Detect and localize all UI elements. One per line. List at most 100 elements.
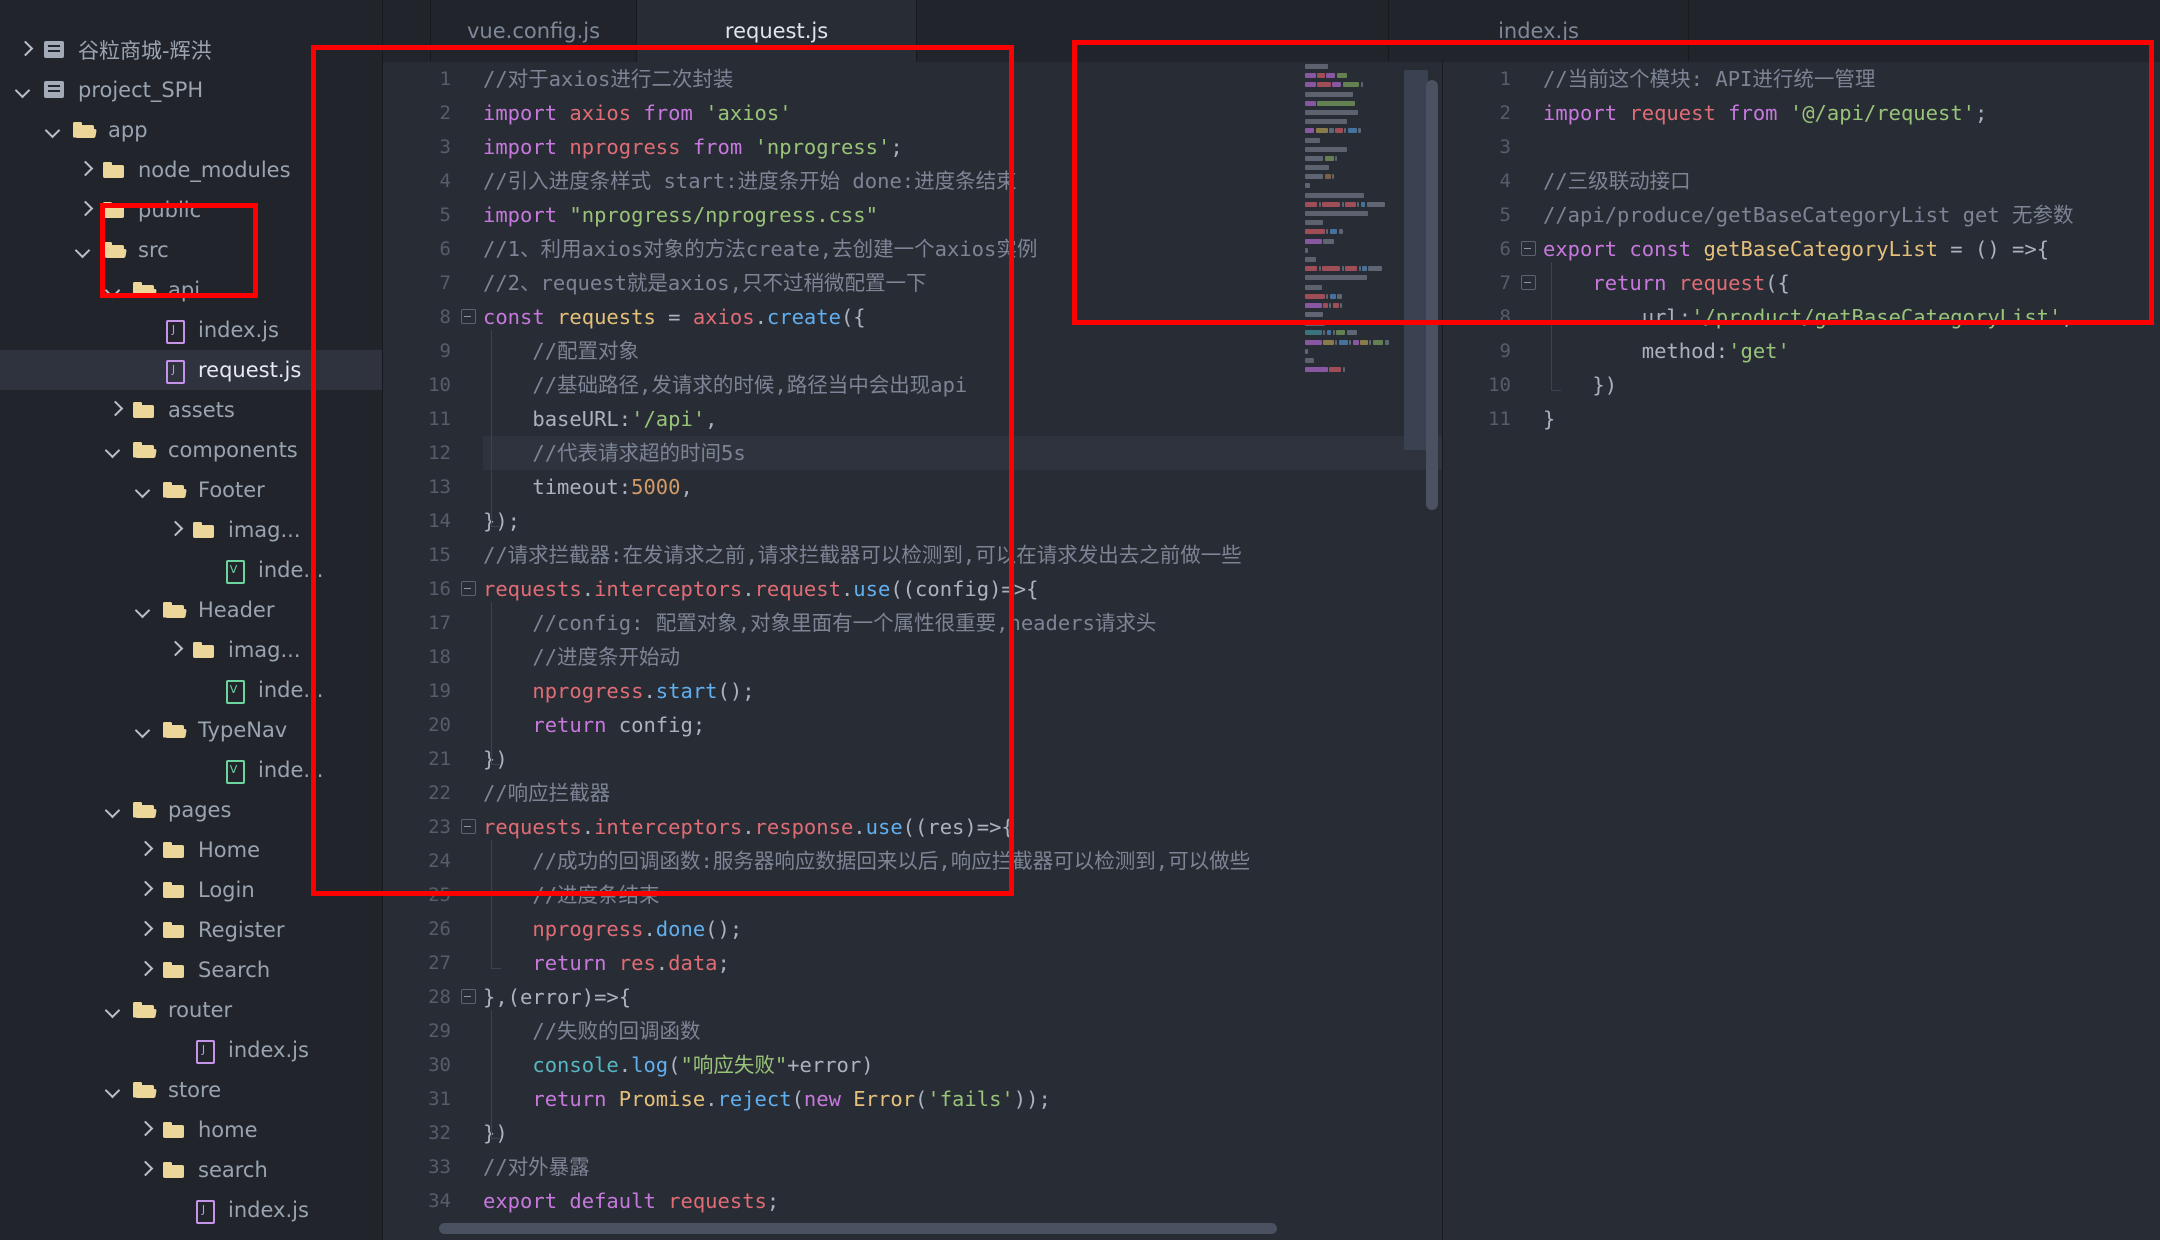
code-line[interactable]: import nprogress from 'nprogress'; xyxy=(483,130,1442,164)
tree-item-indexjs[interactable]: index.js xyxy=(0,310,383,350)
code-line[interactable]: const requests = axios.create({ xyxy=(483,300,1442,334)
code-line[interactable]: }) xyxy=(1543,368,2160,402)
code-line[interactable]: //配置对象 xyxy=(483,334,1442,368)
code-line[interactable]: },(error)=>{ xyxy=(483,980,1442,1014)
code-line[interactable]: //对于axios进行二次封装 xyxy=(483,62,1442,96)
chevron-right-icon[interactable] xyxy=(134,879,156,901)
tree-item-inde[interactable]: inde... xyxy=(0,670,383,710)
tree-item-home[interactable]: home xyxy=(0,1110,383,1150)
tree-item-indexjs[interactable]: index.js xyxy=(0,1190,383,1230)
fold-minus-icon[interactable] xyxy=(461,581,476,596)
code-line[interactable]: //三级联动接口 xyxy=(1543,164,2160,198)
tree-item-nodemodules[interactable]: node_modules xyxy=(0,150,383,190)
tree-item-pages[interactable]: pages xyxy=(0,790,383,830)
code-line[interactable]: //进度条开始动 xyxy=(483,640,1442,674)
tab-requestjs[interactable]: request.js xyxy=(637,0,918,62)
chevron-right-icon[interactable] xyxy=(74,159,96,181)
fold-minus-icon[interactable] xyxy=(461,309,476,324)
chevron-right-icon[interactable] xyxy=(134,1119,156,1141)
code-folding-column-right[interactable] xyxy=(1521,62,1543,1240)
code-line[interactable]: //响应拦截器 xyxy=(483,776,1442,810)
chevron-right-icon[interactable] xyxy=(74,199,96,221)
fold-cell[interactable] xyxy=(1521,232,1543,266)
tree-item-router[interactable]: router xyxy=(0,990,383,1030)
chevron-down-icon[interactable] xyxy=(104,279,126,301)
fold-minus-icon[interactable] xyxy=(461,989,476,1004)
code-line[interactable]: //进度条结束 xyxy=(483,878,1442,912)
code-line[interactable]: //成功的回调函数:服务器响应数据回来以后,响应拦截器可以检测到,可以做些 xyxy=(483,844,1442,878)
tree-item-[interactable]: 谷粒商城-辉洪 xyxy=(0,30,383,70)
chevron-right-icon[interactable] xyxy=(164,519,186,541)
tree-item-search[interactable]: Search xyxy=(0,950,383,990)
tab-vueconfigjs[interactable]: vue.config.js xyxy=(431,0,638,62)
fold-minus-icon[interactable] xyxy=(461,819,476,834)
code-line[interactable]: url:'/product/getBaseCategoryList', xyxy=(1543,300,2160,334)
code-line[interactable]: requests.interceptors.response.use((res)… xyxy=(483,810,1442,844)
code-line[interactable]: //对外暴露 xyxy=(483,1150,1442,1184)
vertical-scrollbar-left[interactable] xyxy=(1426,80,1438,510)
minimap-left[interactable] xyxy=(1305,62,1390,1240)
chevron-right-icon[interactable] xyxy=(134,1159,156,1181)
editor-pane-request-js[interactable]: 1 2 3 4 5 6 7 8 9 10 11 12 13 14 15 16 17 18 19 20 21 22 23 24 2… xyxy=(383,62,1443,1240)
tree-item-register[interactable]: Register xyxy=(0,910,383,950)
minimap-viewport-left[interactable] xyxy=(1404,70,1428,450)
tree-item-assets[interactable]: assets xyxy=(0,390,383,430)
tree-item-inde[interactable]: inde... xyxy=(0,750,383,790)
code-line[interactable]: console.log("响应失败"+error) xyxy=(483,1048,1442,1082)
code-folding-column-left[interactable] xyxy=(461,62,483,1240)
chevron-right-icon[interactable] xyxy=(104,399,126,421)
code-line[interactable]: import request from '@/api/request'; xyxy=(1543,96,2160,130)
tree-item-src[interactable]: src xyxy=(0,230,383,270)
editor-tab-bar[interactable]: vue.config.js request.js index.js xyxy=(383,0,2160,62)
chevron-down-icon[interactable] xyxy=(104,799,126,821)
tree-item-store[interactable]: store xyxy=(0,1070,383,1110)
code-line[interactable]: //2、request就是axios,只不过稍微配置一下 xyxy=(483,266,1442,300)
chevron-down-icon[interactable] xyxy=(134,599,156,621)
code-line[interactable]: }); xyxy=(483,504,1442,538)
horizontal-scrollbar-left[interactable] xyxy=(439,1223,1277,1234)
tree-item-imag[interactable]: imag... xyxy=(0,510,383,550)
chevron-right-icon[interactable] xyxy=(14,39,36,61)
tree-item-projectsph[interactable]: project_SPH xyxy=(0,70,383,110)
editor-pane-index-js[interactable]: 1 2 3 4 5 6 7 8 9 10 11 //当前这个模块: API进行统一管理 import … xyxy=(1443,62,2160,1240)
code-line[interactable]: //失败的回调函数 xyxy=(483,1014,1442,1048)
code-line[interactable]: //1、利用axios对象的方法create,去创建一个axios实例 xyxy=(483,232,1442,266)
code-line[interactable]: return request({ xyxy=(1543,266,2160,300)
fold-cell[interactable] xyxy=(1521,266,1543,300)
code-line[interactable]: //当前这个模块: API进行统一管理 xyxy=(1543,62,2160,96)
tree-item-components[interactable]: components xyxy=(0,430,383,470)
code-line[interactable]: } xyxy=(1543,402,2160,436)
code-content-left[interactable]: //对于axios进行二次封装 import axios from 'axios'… xyxy=(483,62,1442,1240)
chevron-right-icon[interactable] xyxy=(134,959,156,981)
fold-cell[interactable] xyxy=(461,300,483,334)
code-line[interactable]: return config; xyxy=(483,708,1442,742)
fold-minus-icon[interactable] xyxy=(1521,275,1536,290)
code-line[interactable]: import "nprogress/nprogress.css" xyxy=(483,198,1442,232)
chevron-down-icon[interactable] xyxy=(14,79,36,101)
tree-item-public[interactable]: public xyxy=(0,190,383,230)
code-line[interactable]: //代表请求超的时间5s xyxy=(483,436,1442,470)
code-line[interactable]: requests.interceptors.request.use((confi… xyxy=(483,572,1442,606)
code-line[interactable]: timeout:5000, xyxy=(483,470,1442,504)
chevron-down-icon[interactable] xyxy=(104,439,126,461)
tree-item-search[interactable]: search xyxy=(0,1150,383,1190)
fold-cell[interactable] xyxy=(461,572,483,606)
tree-item-app[interactable]: app xyxy=(0,110,383,150)
tree-item-indexjs[interactable]: index.js xyxy=(0,1030,383,1070)
chevron-down-icon[interactable] xyxy=(104,999,126,1021)
code-line[interactable]: //引入进度条样式 start:进度条开始 done:进度条结束 xyxy=(483,164,1442,198)
fold-minus-icon[interactable] xyxy=(1521,241,1536,256)
code-line[interactable]: //请求拦截器:在发请求之前,请求拦截器可以检测到,可以在请求发出去之前做一些 xyxy=(483,538,1442,572)
chevron-down-icon[interactable] xyxy=(74,239,96,261)
code-line[interactable]: return Promise.reject(new Error('fails')… xyxy=(483,1082,1442,1116)
chevron-right-icon[interactable] xyxy=(134,839,156,861)
chevron-down-icon[interactable] xyxy=(44,119,66,141)
chevron-down-icon[interactable] xyxy=(134,719,156,741)
code-line[interactable]: nprogress.done(); xyxy=(483,912,1442,946)
chevron-right-icon[interactable] xyxy=(164,639,186,661)
chevron-down-icon[interactable] xyxy=(104,1079,126,1101)
code-line[interactable]: export default requests; xyxy=(483,1184,1442,1218)
tree-item-footer[interactable]: Footer xyxy=(0,470,383,510)
tree-item-api[interactable]: api xyxy=(0,270,383,310)
code-line[interactable]: //基础路径,发请求的时候,路径当中会出现api xyxy=(483,368,1442,402)
